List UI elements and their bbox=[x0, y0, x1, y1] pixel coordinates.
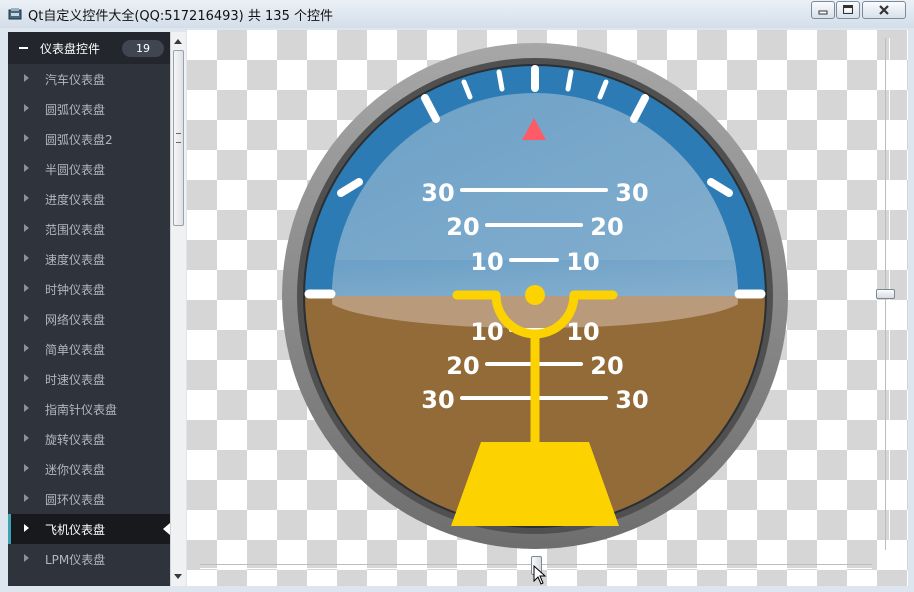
maximize-button[interactable] bbox=[836, 1, 860, 19]
sidebar-item[interactable]: 网络仪表盘 bbox=[8, 304, 170, 334]
pitch-label-down-10-right: 10 bbox=[566, 318, 599, 346]
sidebar-item-label: 时钟仪表盘 bbox=[45, 283, 106, 297]
sidebar-item[interactable]: 汽车仪表盘 bbox=[8, 64, 170, 94]
pitch-label-up-30-left: 30 bbox=[421, 179, 454, 207]
minus-icon bbox=[19, 47, 28, 49]
sidebar-item[interactable]: 速度仪表盘 bbox=[8, 244, 170, 274]
sidebar-item-label: 速度仪表盘 bbox=[45, 253, 106, 267]
grip-icon bbox=[176, 133, 181, 143]
nav-group-count-badge: 19 bbox=[122, 40, 164, 57]
sidebar-item-label: 圆环仪表盘 bbox=[45, 493, 106, 507]
sidebar-item-label: 飞机仪表盘 bbox=[45, 523, 106, 537]
sidebar-item[interactable]: 圆弧仪表盘 bbox=[8, 94, 170, 124]
mouse-cursor-icon bbox=[533, 565, 547, 585]
sidebar-item-label: 简单仪表盘 bbox=[45, 343, 106, 357]
gauge-canvas: 30 30 20 20 10 10 10 10 20 20 30 30 bbox=[187, 30, 908, 586]
sidebar-item-label: 圆弧仪表盘2 bbox=[45, 133, 113, 147]
pitch-label-down-20-left: 20 bbox=[446, 352, 479, 380]
sidebar-item-label: 半圆仪表盘 bbox=[45, 163, 106, 177]
sidebar-item[interactable]: 圆环仪表盘 bbox=[8, 484, 170, 514]
pitch-slider[interactable] bbox=[876, 38, 895, 550]
pitch-slider-handle[interactable] bbox=[876, 289, 895, 299]
close-icon bbox=[879, 5, 889, 15]
sidebar-item-label: 网络仪表盘 bbox=[45, 313, 106, 327]
nav-group-header[interactable]: 仪表盘控件 19 bbox=[8, 32, 170, 64]
chevron-right-icon bbox=[24, 344, 29, 352]
sidebar-scrollbar[interactable] bbox=[170, 32, 186, 586]
title-bar[interactable]: Qt自定义控件大全(QQ:517216493) 共 135 个控件 bbox=[0, 0, 914, 28]
window-title: Qt自定义控件大全(QQ:517216493) 共 135 个控件 bbox=[28, 9, 333, 24]
sidebar-item[interactable]: 范围仪表盘 bbox=[8, 214, 170, 244]
sidebar-item-label: 圆弧仪表盘 bbox=[45, 103, 106, 117]
sidebar-item[interactable]: 指南针仪表盘 bbox=[8, 394, 170, 424]
app-window: Qt自定义控件大全(QQ:517216493) 共 135 个控件 仪表盘控件 … bbox=[0, 0, 914, 592]
chevron-right-icon bbox=[24, 374, 29, 382]
sidebar-item[interactable]: 圆弧仪表盘2 bbox=[8, 124, 170, 154]
sidebar-item-label: 指南针仪表盘 bbox=[45, 403, 118, 417]
sidebar-item-label: 时速仪表盘 bbox=[45, 373, 106, 387]
sidebar-item-label: 汽车仪表盘 bbox=[45, 73, 106, 87]
sidebar-item[interactable]: 时速仪表盘 bbox=[8, 364, 170, 394]
pitch-label-down-30-left: 30 bbox=[421, 386, 454, 414]
chevron-right-icon bbox=[24, 254, 29, 262]
chevron-right-icon bbox=[24, 434, 29, 442]
sidebar-item[interactable]: 旋转仪表盘 bbox=[8, 424, 170, 454]
pitch-label-up-30-right: 30 bbox=[615, 179, 648, 207]
chevron-right-icon bbox=[24, 524, 29, 532]
pitch-label-down-30-right: 30 bbox=[615, 386, 648, 414]
sidebar-item-label: LPM仪表盘 bbox=[45, 553, 106, 567]
chevron-right-icon bbox=[24, 194, 29, 202]
chevron-right-icon bbox=[24, 224, 29, 232]
sidebar-item-label: 进度仪表盘 bbox=[45, 193, 106, 207]
sidebar-item[interactable]: 简单仪表盘 bbox=[8, 334, 170, 364]
sidebar-item[interactable]: 半圆仪表盘 bbox=[8, 154, 170, 184]
chevron-right-icon bbox=[24, 404, 29, 412]
maximize-icon bbox=[843, 5, 853, 14]
sidebar-item-label: 范围仪表盘 bbox=[45, 223, 106, 237]
sidebar-item-label: 迷你仪表盘 bbox=[45, 463, 106, 477]
chevron-right-icon bbox=[24, 494, 29, 502]
chevron-right-icon bbox=[24, 314, 29, 322]
chevron-right-icon bbox=[24, 464, 29, 472]
scrollbar-thumb[interactable] bbox=[173, 50, 184, 226]
sidebar-item[interactable]: 飞机仪表盘 bbox=[8, 514, 170, 544]
sidebar-item[interactable]: 进度仪表盘 bbox=[8, 184, 170, 214]
nav-group-title: 仪表盘控件 bbox=[40, 42, 101, 56]
minimize-icon bbox=[818, 10, 828, 15]
chevron-right-icon bbox=[24, 74, 29, 82]
close-button[interactable] bbox=[862, 1, 906, 19]
chevron-right-icon bbox=[24, 284, 29, 292]
pitch-label-down-20-right: 20 bbox=[590, 352, 623, 380]
selected-pointer-icon bbox=[163, 523, 170, 535]
sidebar-item[interactable]: 迷你仪表盘 bbox=[8, 454, 170, 484]
app-icon bbox=[8, 8, 22, 20]
sidebar-item-label: 旋转仪表盘 bbox=[45, 433, 106, 447]
nav-sidebar: 仪表盘控件 19 汽车仪表盘圆弧仪表盘圆弧仪表盘2 半圆仪表盘进度仪表盘范围仪表盘… bbox=[8, 32, 170, 586]
pitch-label-up-20-left: 20 bbox=[446, 213, 479, 241]
pitch-label-up-10-right: 10 bbox=[566, 248, 599, 276]
sidebar-item[interactable]: 时钟仪表盘 bbox=[8, 274, 170, 304]
sidebar-item[interactable]: LPM仪表盘 bbox=[8, 544, 170, 574]
chevron-right-icon bbox=[24, 164, 29, 172]
scroll-down-icon[interactable] bbox=[174, 574, 182, 579]
attitude-gauge: 30 30 20 20 10 10 10 10 20 20 30 30 bbox=[282, 43, 788, 549]
chevron-right-icon bbox=[24, 134, 29, 142]
pitch-label-down-10-left: 10 bbox=[470, 318, 503, 346]
chevron-right-icon bbox=[24, 104, 29, 112]
selected-accent-bar bbox=[8, 514, 11, 544]
pitch-label-up-10-left: 10 bbox=[470, 248, 503, 276]
pitch-label-up-20-right: 20 bbox=[590, 213, 623, 241]
chevron-right-icon bbox=[24, 554, 29, 562]
minimize-button[interactable] bbox=[811, 1, 835, 19]
scroll-up-icon[interactable] bbox=[174, 39, 182, 44]
